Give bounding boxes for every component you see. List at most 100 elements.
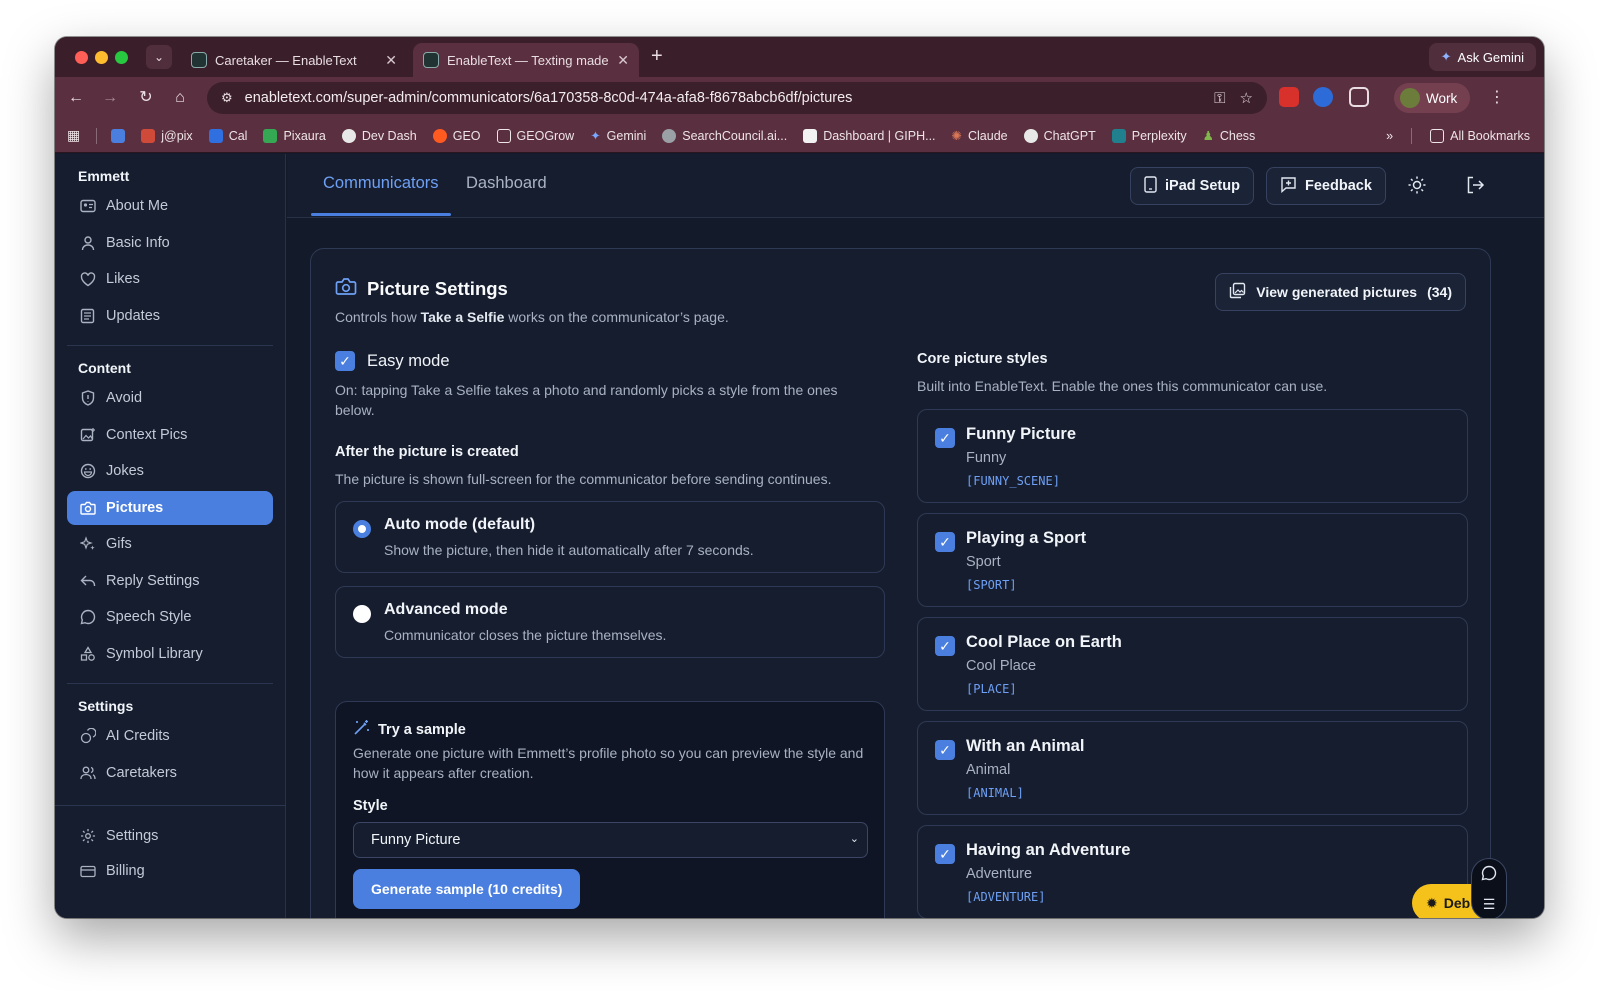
style-code: [ADVENTURE] [966, 890, 1046, 904]
theme-toggle-sun-icon[interactable] [1407, 175, 1427, 200]
picture-settings-subtitle: Controls how Take a Selfie works on the … [335, 309, 729, 325]
sidebar-item-gifs[interactable]: Gifs [67, 527, 273, 561]
extension-lastpass-icon[interactable] [1279, 87, 1299, 107]
more-bookmarks-icon[interactable]: » [1386, 129, 1393, 143]
bookmark-cal[interactable]: Cal [208, 128, 247, 143]
bookmarks-bar: ▦ j@pix Cal Pixaura Dev Dash GEO GEOGrow… [55, 119, 1544, 153]
sidebar-item-symbol-library[interactable]: Symbol Library [67, 637, 273, 671]
style-name: Having an Adventure [966, 841, 1131, 859]
style-select-value: Funny Picture [371, 832, 461, 848]
all-bookmarks-button[interactable]: All Bookmarks [1430, 129, 1530, 143]
site-info-icon[interactable]: ⚙ [221, 90, 233, 106]
sidebar-item-likes[interactable]: Likes [67, 262, 273, 296]
bookmark-pixaura[interactable]: Pixaura [263, 128, 326, 143]
style-card-having-an-adventure[interactable]: ✓ Having an Adventure Adventure [ADVENTU… [917, 825, 1468, 918]
browser-menu-icon[interactable]: ⋮ [1489, 87, 1505, 107]
style-card-playing-a-sport[interactable]: ✓ Playing a Sport Sport [SPORT] [917, 513, 1468, 607]
sidebar-item-ai-credits[interactable]: AI Credits [67, 719, 273, 753]
sidebar-item-billing[interactable]: Billing [67, 854, 273, 888]
close-tab-icon[interactable]: ✕ [385, 52, 397, 69]
bookmark-searchcouncil[interactable]: SearchCouncil.ai... [662, 128, 787, 143]
bookmark-chatgpt[interactable]: ChatGPT [1023, 128, 1096, 143]
bookmark-claude[interactable]: ✺ Claude [952, 128, 1008, 144]
ipad-setup-button[interactable]: iPad Setup [1130, 167, 1254, 205]
tab-search-button[interactable]: ⌄ [146, 45, 172, 69]
bookmark-docs[interactable] [111, 128, 126, 143]
close-tab-icon[interactable]: ✕ [617, 52, 629, 69]
style-short-name: Sport [966, 554, 1001, 570]
auto-mode-option[interactable]: Auto mode (default) Show the picture, th… [335, 501, 885, 573]
bookmark-dashboard-giphy[interactable]: Dashboard | GIPH... [803, 128, 936, 143]
ask-gemini-button[interactable]: ✦ Ask Gemini [1428, 43, 1536, 71]
menu-lines-icon[interactable]: ☰ [1483, 896, 1496, 913]
checkbox-checked-icon[interactable]: ✓ [935, 428, 955, 448]
sidebar-footer-divider [55, 805, 286, 806]
chat-bubble-icon[interactable] [1481, 865, 1497, 884]
minimize-window-button[interactable] [95, 51, 108, 64]
sidebar-item-about-me[interactable]: About Me [67, 189, 273, 223]
style-name: Cool Place on Earth [966, 633, 1122, 651]
style-card-funny-picture[interactable]: ✓ Funny Picture Funny [FUNNY_SCENE] [917, 409, 1468, 503]
easy-mode-toggle[interactable]: ✓ Easy mode [335, 351, 450, 371]
favicon-icon [423, 52, 439, 68]
sidebar-item-updates[interactable]: Updates [67, 299, 273, 333]
url-text: enabletext.com/super-admin/communicators… [244, 90, 853, 106]
sidebar-item-caretakers[interactable]: Caretakers [67, 756, 273, 790]
radio-unselected-icon[interactable] [353, 605, 371, 623]
generated-count: (34) [1427, 284, 1452, 300]
apps-grid-icon[interactable]: ▦ [67, 127, 80, 144]
bookmark-gemini[interactable]: ✦ Gemini [590, 128, 646, 144]
address-bar[interactable]: ⚙ enabletext.com/super-admin/communicato… [207, 82, 1267, 114]
key-icon[interactable]: ⚿ [1214, 90, 1225, 107]
sidebar-item-settings[interactable]: Settings [67, 819, 273, 853]
sidebar-divider [67, 345, 273, 346]
sidebar-item-pictures[interactable]: Pictures [67, 491, 273, 525]
checkbox-checked-icon[interactable]: ✓ [935, 532, 955, 552]
sidebar-item-basic-info[interactable]: Basic Info [67, 226, 273, 260]
bookmark-chess[interactable]: ♟ Chess [1203, 128, 1256, 144]
searchcouncil-icon [662, 128, 677, 143]
sidebar-item-jokes[interactable]: Jokes [67, 454, 273, 488]
style-card-cool-place[interactable]: ✓ Cool Place on Earth Cool Place [PLACE] [917, 617, 1468, 711]
profile-chip[interactable]: Work [1394, 83, 1470, 113]
maximize-window-button[interactable] [115, 51, 128, 64]
view-generated-pictures-button[interactable]: View generated pictures (34) [1215, 273, 1466, 311]
sidebar-item-reply-settings[interactable]: Reply Settings [67, 564, 273, 598]
bookmark-geogrow[interactable]: GEOGrow [496, 128, 574, 143]
checkbox-checked-icon[interactable]: ✓ [935, 844, 955, 864]
checkbox-checked-icon[interactable]: ✓ [935, 740, 955, 760]
logout-icon[interactable] [1465, 175, 1485, 200]
tab-dashboard[interactable]: Dashboard [466, 174, 547, 218]
calendar-icon [208, 128, 223, 143]
feedback-button[interactable]: Feedback [1266, 167, 1386, 205]
extension-shield-icon[interactable] [1313, 87, 1333, 107]
home-icon[interactable]: ⌂ [167, 85, 193, 111]
bookmark-devdash[interactable]: Dev Dash [341, 128, 417, 143]
star-icon[interactable]: ☆ [1240, 89, 1253, 107]
advanced-mode-option[interactable]: Advanced mode Communicator closes the pi… [335, 586, 885, 658]
back-arrow-icon[interactable]: ← [63, 85, 89, 111]
close-window-button[interactable] [75, 51, 88, 64]
checkbox-checked-icon[interactable]: ✓ [935, 636, 955, 656]
bookmark-label: Dev Dash [361, 128, 417, 143]
generate-sample-button[interactable]: Generate sample (10 credits) [353, 869, 581, 909]
extensions-puzzle-icon[interactable] [1349, 87, 1369, 107]
browser-tab-enabletext[interactable]: EnableText — Texting made e ✕ [413, 43, 639, 77]
browser-tab-caretaker[interactable]: Caretaker — EnableText ✕ [181, 43, 407, 77]
new-tab-button[interactable]: + [651, 45, 663, 68]
sidebar-item-context-pics[interactable]: Context Pics [67, 418, 273, 452]
checkbox-checked-icon[interactable]: ✓ [335, 351, 355, 371]
reload-icon[interactable]: ↻ [133, 85, 159, 111]
radio-selected-icon[interactable] [353, 520, 371, 538]
bookmark-perplexity[interactable]: Perplexity [1111, 128, 1187, 143]
floating-chat-widget[interactable]: ☰ [1471, 858, 1507, 918]
laugh-icon [79, 463, 96, 480]
bookmark-geo[interactable]: GEO [432, 128, 481, 143]
bookmark-jpix[interactable]: j@pix [141, 128, 193, 143]
style-card-with-an-animal[interactable]: ✓ With an Animal Animal [ANIMAL] [917, 721, 1468, 815]
sidebar-item-avoid[interactable]: Avoid [67, 381, 273, 415]
tab-communicators[interactable]: Communicators [311, 174, 451, 218]
forward-arrow-icon[interactable]: → [97, 85, 123, 111]
sidebar-item-speech-style[interactable]: Speech Style [67, 600, 273, 634]
style-select[interactable]: Funny Picture ⌄ [353, 822, 868, 858]
